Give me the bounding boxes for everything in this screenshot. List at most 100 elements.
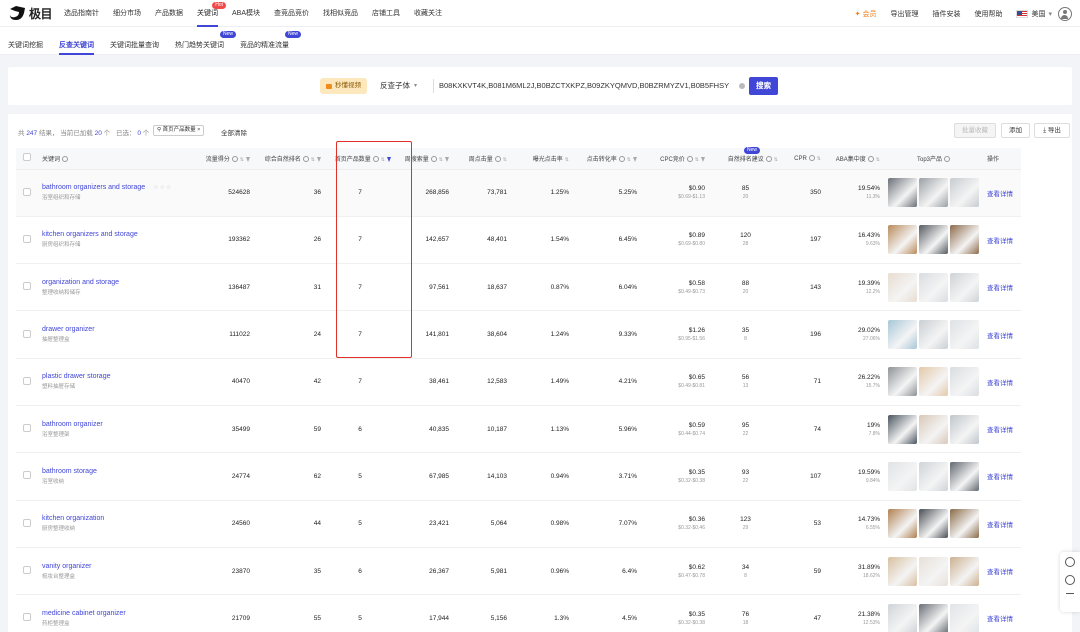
product-thumbnail[interactable] — [888, 320, 917, 350]
keyword-link[interactable]: medicine cabinet organizer — [42, 610, 126, 617]
keyword-link[interactable]: bathroom organizer — [42, 421, 103, 428]
add-column-button[interactable]: 添加 — [1001, 123, 1030, 138]
sort-icon[interactable]: ⇅ — [565, 157, 569, 163]
col-rank-suggestion[interactable]: New 自然排名建议 ⇅ — [709, 147, 782, 170]
product-thumbnail[interactable] — [888, 461, 917, 491]
help-icon[interactable] — [944, 155, 950, 162]
plugin-install-link[interactable]: 插件安装 — [932, 9, 960, 19]
product-thumbnail[interactable] — [919, 178, 948, 208]
help-icon[interactable] — [686, 155, 693, 162]
row-checkbox[interactable] — [23, 329, 31, 338]
back-to-top-icon[interactable] — [1066, 593, 1074, 599]
help-icon[interactable] — [808, 154, 815, 161]
view-details-link[interactable]: 查看详情 — [987, 569, 1013, 576]
help-icon[interactable] — [867, 155, 874, 162]
filter-icon[interactable] — [246, 156, 250, 162]
export-management-link[interactable]: 导出管理 — [890, 9, 918, 19]
product-thumbnail[interactable] — [919, 509, 948, 539]
video-tutorial-button[interactable]: 秒懂视频 — [320, 78, 367, 94]
active-filter-tag[interactable]: ⚲ 首页产品数量 × — [153, 125, 205, 136]
headset-icon[interactable] — [1065, 557, 1075, 567]
col-cpr[interactable]: CPR ⇅ — [782, 148, 825, 170]
sort-icon[interactable]: ⇅ — [503, 157, 507, 163]
view-details-link[interactable]: 查看详情 — [987, 474, 1013, 481]
clear-input-icon[interactable] — [739, 83, 745, 89]
col-cpc[interactable]: CPC竞价 ⇅ — [641, 148, 709, 170]
product-thumbnail[interactable] — [950, 320, 979, 350]
view-details-link[interactable]: 查看详情 — [987, 285, 1013, 292]
product-thumbnail[interactable] — [888, 414, 917, 444]
col-weekly-click[interactable]: 周点击量 ⇅ — [453, 148, 511, 170]
sort-icon[interactable]: ⇅ — [240, 157, 244, 163]
filter-icon[interactable] — [701, 156, 705, 162]
row-checkbox[interactable] — [23, 518, 31, 527]
product-thumbnail[interactable] — [888, 367, 917, 397]
help-icon[interactable] — [62, 155, 69, 162]
sort-icon[interactable]: ⇅ — [774, 157, 778, 163]
col-impression-ctr[interactable]: 曝光点击率 ⇅ — [511, 148, 573, 170]
vip-link[interactable]: ✦ 会员 — [855, 9, 877, 19]
product-thumbnail[interactable] — [919, 225, 948, 255]
col-aba-concentration[interactable]: ABA集中度 ⇅ — [825, 148, 884, 170]
help-icon[interactable] — [302, 155, 309, 162]
close-icon[interactable]: × — [196, 127, 200, 133]
select-all-checkbox[interactable] — [23, 153, 31, 162]
brand-logo[interactable]: 极目 — [8, 5, 53, 22]
row-checkbox[interactable] — [23, 234, 31, 243]
view-details-link[interactable]: 查看详情 — [987, 522, 1013, 529]
row-checkbox[interactable] — [23, 471, 31, 480]
help-icon[interactable] — [494, 155, 501, 162]
keyword-link[interactable]: bathroom storage — [42, 468, 97, 475]
row-checkbox[interactable] — [23, 613, 31, 622]
nav-item-product-data[interactable]: 产品数据 — [155, 0, 183, 27]
nav-item-similar-products[interactable]: 找相似竞品 — [323, 0, 358, 27]
nav-item-compass[interactable]: 选品指南针 — [64, 0, 99, 27]
nav-item-store-tools[interactable]: 店铺工具 — [372, 0, 400, 27]
product-thumbnail[interactable] — [888, 603, 917, 632]
view-details-link[interactable]: 查看详情 — [987, 333, 1013, 340]
view-details-link[interactable]: 查看详情 — [987, 191, 1013, 198]
product-thumbnail[interactable] — [919, 272, 948, 302]
nav-item-favorites[interactable]: 收藏关注 — [414, 0, 442, 27]
asin-input[interactable]: B08KXKVT4K,B081M6ML2J,B0BZCTXKPZ,B09ZKYQ… — [439, 78, 745, 94]
keyword-link[interactable]: kitchen organizers and storage — [42, 231, 138, 238]
tab-batch-query[interactable]: 关键词批量查询 — [110, 27, 159, 55]
tab-keyword-mining[interactable]: 关键词挖掘 — [8, 27, 43, 55]
product-thumbnail[interactable] — [919, 461, 948, 491]
product-thumbnail[interactable] — [950, 367, 979, 397]
col-first-page-products[interactable]: 首页产品数量 ⇅ — [325, 148, 395, 170]
keyword-link[interactable]: organization and storage — [42, 279, 119, 286]
row-checkbox[interactable] — [23, 282, 31, 291]
product-thumbnail[interactable] — [888, 272, 917, 302]
nav-item-keywords[interactable]: 关键词 Hot — [197, 0, 226, 27]
clear-all-filters-link[interactable]: 全部清除 — [221, 127, 247, 137]
product-thumbnail[interactable] — [888, 509, 917, 539]
product-thumbnail[interactable] — [950, 603, 979, 632]
col-conversion-rate[interactable]: 点击转化率 ⇅ — [573, 148, 641, 170]
sort-icon[interactable]: ⇅ — [381, 157, 385, 163]
product-thumbnail[interactable] — [950, 225, 979, 255]
row-checkbox[interactable] — [23, 187, 31, 196]
batch-favorite-button[interactable]: 批量收藏 — [954, 123, 996, 138]
tab-trending-keywords[interactable]: 热门趋势关键词 New — [175, 27, 236, 55]
product-thumbnail[interactable] — [950, 509, 979, 539]
view-details-link[interactable]: 查看详情 — [987, 238, 1013, 245]
product-thumbnail[interactable] — [888, 225, 917, 255]
product-thumbnail[interactable] — [919, 556, 948, 586]
row-checkbox[interactable] — [23, 566, 31, 575]
col-weekly-search[interactable]: 周搜索量 ⇅ — [395, 148, 453, 170]
product-thumbnail[interactable] — [950, 178, 979, 208]
user-avatar-icon[interactable] — [1058, 6, 1072, 21]
export-button[interactable]: ⤓ 导出 — [1034, 123, 1070, 138]
sort-icon[interactable]: ⇅ — [695, 157, 699, 163]
keyword-link[interactable]: kitchen organization — [42, 515, 104, 522]
col-keyword[interactable]: 关键词 — [38, 148, 188, 170]
product-thumbnail[interactable] — [919, 320, 948, 350]
globe-icon[interactable] — [1065, 575, 1075, 585]
help-icon[interactable] — [372, 155, 379, 162]
reverse-type-select[interactable]: 反查子体 ▾ — [380, 78, 417, 94]
help-link[interactable]: 使用帮助 — [974, 9, 1002, 19]
help-icon[interactable] — [765, 155, 772, 162]
keyword-link[interactable]: drawer organizer — [42, 326, 95, 333]
product-thumbnail[interactable] — [888, 556, 917, 586]
